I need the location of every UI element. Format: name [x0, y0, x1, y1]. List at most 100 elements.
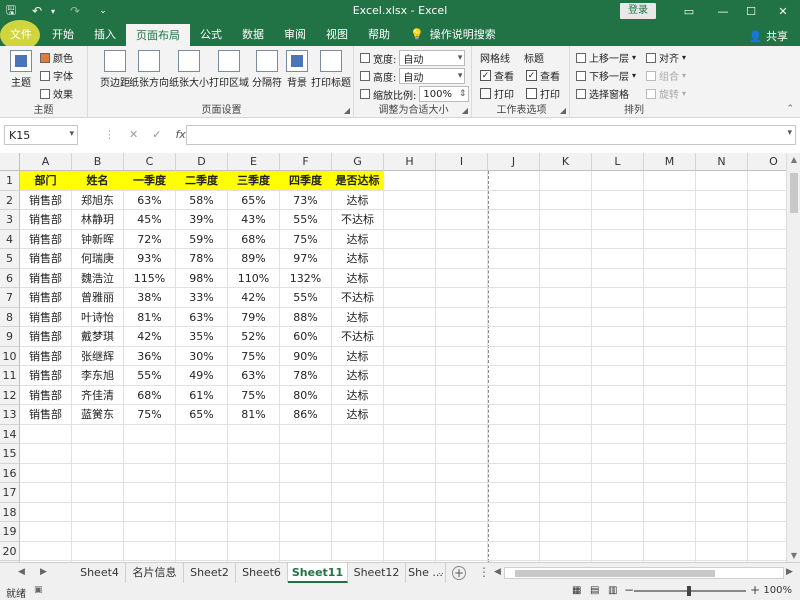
cell-k14[interactable] [540, 424, 592, 444]
prev-sheet-icon[interactable]: ◀ [18, 567, 25, 577]
headings-view-checkbox[interactable]: ✓ 查看 [526, 68, 560, 83]
cell-g15[interactable] [332, 444, 384, 464]
gridlines-print-checkbox[interactable]: 打印 [480, 86, 514, 101]
tab-view[interactable]: 视图 [316, 22, 358, 46]
column-header-j[interactable]: J [488, 153, 540, 171]
cell-k10[interactable] [540, 346, 592, 366]
cell-b7[interactable]: 曾雅丽 [72, 288, 124, 308]
worksheet-grid[interactable]: A B C D E F G H I J K L M N O 1 部门 姓名 一季度 二季度 三季度 四季度 是否达标 2 销售部… [0, 153, 800, 562]
cell-h5[interactable] [384, 249, 436, 269]
row-header-17[interactable]: 17 [0, 483, 20, 503]
cell-c11[interactable]: 55% [124, 366, 176, 386]
cell-n13[interactable] [696, 405, 748, 425]
zoom-in-icon[interactable]: + [750, 583, 760, 597]
cell-a11[interactable]: 销售部 [20, 366, 72, 386]
cell-h20[interactable] [384, 541, 436, 561]
cell-k4[interactable] [540, 229, 592, 249]
cell-a20[interactable] [20, 541, 72, 561]
cell-j20[interactable] [488, 541, 540, 561]
cell-f18[interactable] [280, 502, 332, 522]
cell-h4[interactable] [384, 229, 436, 249]
align-button[interactable]: 对齐 ▾ [646, 50, 686, 65]
row-header-15[interactable]: 15 [0, 444, 20, 464]
cell-f2[interactable]: 73% [280, 190, 332, 210]
cell-i8[interactable] [436, 307, 488, 327]
cell-k7[interactable] [540, 288, 592, 308]
cell-g16[interactable] [332, 463, 384, 483]
cell-j6[interactable] [488, 268, 540, 288]
cell-l11[interactable] [592, 366, 644, 386]
cell-l12[interactable] [592, 385, 644, 405]
cell-j19[interactable] [488, 522, 540, 542]
width-combo[interactable]: 自动 ▾ [399, 50, 466, 66]
split-handle-icon[interactable]: ⋮ [478, 565, 490, 579]
tell-me-search[interactable]: 💡 操作说明搜索 [400, 22, 506, 46]
cell-n5[interactable] [696, 249, 748, 269]
cell-m5[interactable] [644, 249, 696, 269]
cell-d6[interactable]: 98% [176, 268, 228, 288]
cell-b13[interactable]: 蓝黉东 [72, 405, 124, 425]
cell-e20[interactable] [228, 541, 280, 561]
cell-n9[interactable] [696, 327, 748, 347]
cell-m1[interactable] [644, 171, 696, 191]
cell-n6[interactable] [696, 268, 748, 288]
cell-h17[interactable] [384, 483, 436, 503]
cell-f12[interactable]: 80% [280, 385, 332, 405]
scroll-down-icon[interactable]: ▼ [787, 551, 800, 560]
cell-b14[interactable] [72, 424, 124, 444]
cell-i19[interactable] [436, 522, 488, 542]
zoom-slider[interactable] [634, 586, 746, 596]
cell-i15[interactable] [436, 444, 488, 464]
add-sheet-icon[interactable]: + [452, 566, 466, 580]
row-header-6[interactable]: 6 [0, 268, 20, 288]
cell-a18[interactable] [20, 502, 72, 522]
cell-e10[interactable]: 75% [228, 346, 280, 366]
cell-k1[interactable] [540, 171, 592, 191]
cell-k13[interactable] [540, 405, 592, 425]
dialog-launcher-icon[interactable]: ◢ [560, 106, 566, 115]
cell-l15[interactable] [592, 444, 644, 464]
cell-a7[interactable]: 销售部 [20, 288, 72, 308]
cell-g1[interactable]: 是否达标 [332, 171, 384, 191]
cell-k16[interactable] [540, 463, 592, 483]
insert-function-icon[interactable]: fx [175, 128, 185, 141]
cell-h1[interactable] [384, 171, 436, 191]
cell-n16[interactable] [696, 463, 748, 483]
cell-a3[interactable]: 销售部 [20, 210, 72, 230]
cell-h16[interactable] [384, 463, 436, 483]
cell-e4[interactable]: 68% [228, 229, 280, 249]
cell-j2[interactable] [488, 190, 540, 210]
cell-i1[interactable] [436, 171, 488, 191]
cell-a5[interactable]: 销售部 [20, 249, 72, 269]
cell-f4[interactable]: 75% [280, 229, 332, 249]
cell-k12[interactable] [540, 385, 592, 405]
tab-help[interactable]: 帮助 [358, 22, 400, 46]
cell-d9[interactable]: 35% [176, 327, 228, 347]
zoom-level[interactable]: 100% [763, 585, 792, 596]
cell-l13[interactable] [592, 405, 644, 425]
cell-l1[interactable] [592, 171, 644, 191]
cell-j7[interactable] [488, 288, 540, 308]
cell-l3[interactable] [592, 210, 644, 230]
cell-d14[interactable] [176, 424, 228, 444]
cell-g12[interactable]: 达标 [332, 385, 384, 405]
column-header-h[interactable]: H [384, 153, 436, 171]
vertical-scrollbar[interactable]: ▲ ▼ [786, 153, 800, 562]
cell-f19[interactable] [280, 522, 332, 542]
cell-c14[interactable] [124, 424, 176, 444]
cell-a4[interactable]: 销售部 [20, 229, 72, 249]
cell-i11[interactable] [436, 366, 488, 386]
sheet-tab-6[interactable]: She ... [406, 563, 446, 583]
cell-m12[interactable] [644, 385, 696, 405]
cell-f13[interactable]: 86% [280, 405, 332, 425]
cell-l19[interactable] [592, 522, 644, 542]
cell-a6[interactable]: 销售部 [20, 268, 72, 288]
cell-c6[interactable]: 115% [124, 268, 176, 288]
headings-print-checkbox[interactable]: 打印 [526, 86, 560, 101]
cell-h18[interactable] [384, 502, 436, 522]
cell-d8[interactable]: 63% [176, 307, 228, 327]
cell-a9[interactable]: 销售部 [20, 327, 72, 347]
cell-j17[interactable] [488, 483, 540, 503]
cell-m10[interactable] [644, 346, 696, 366]
column-header-m[interactable]: M [644, 153, 696, 171]
